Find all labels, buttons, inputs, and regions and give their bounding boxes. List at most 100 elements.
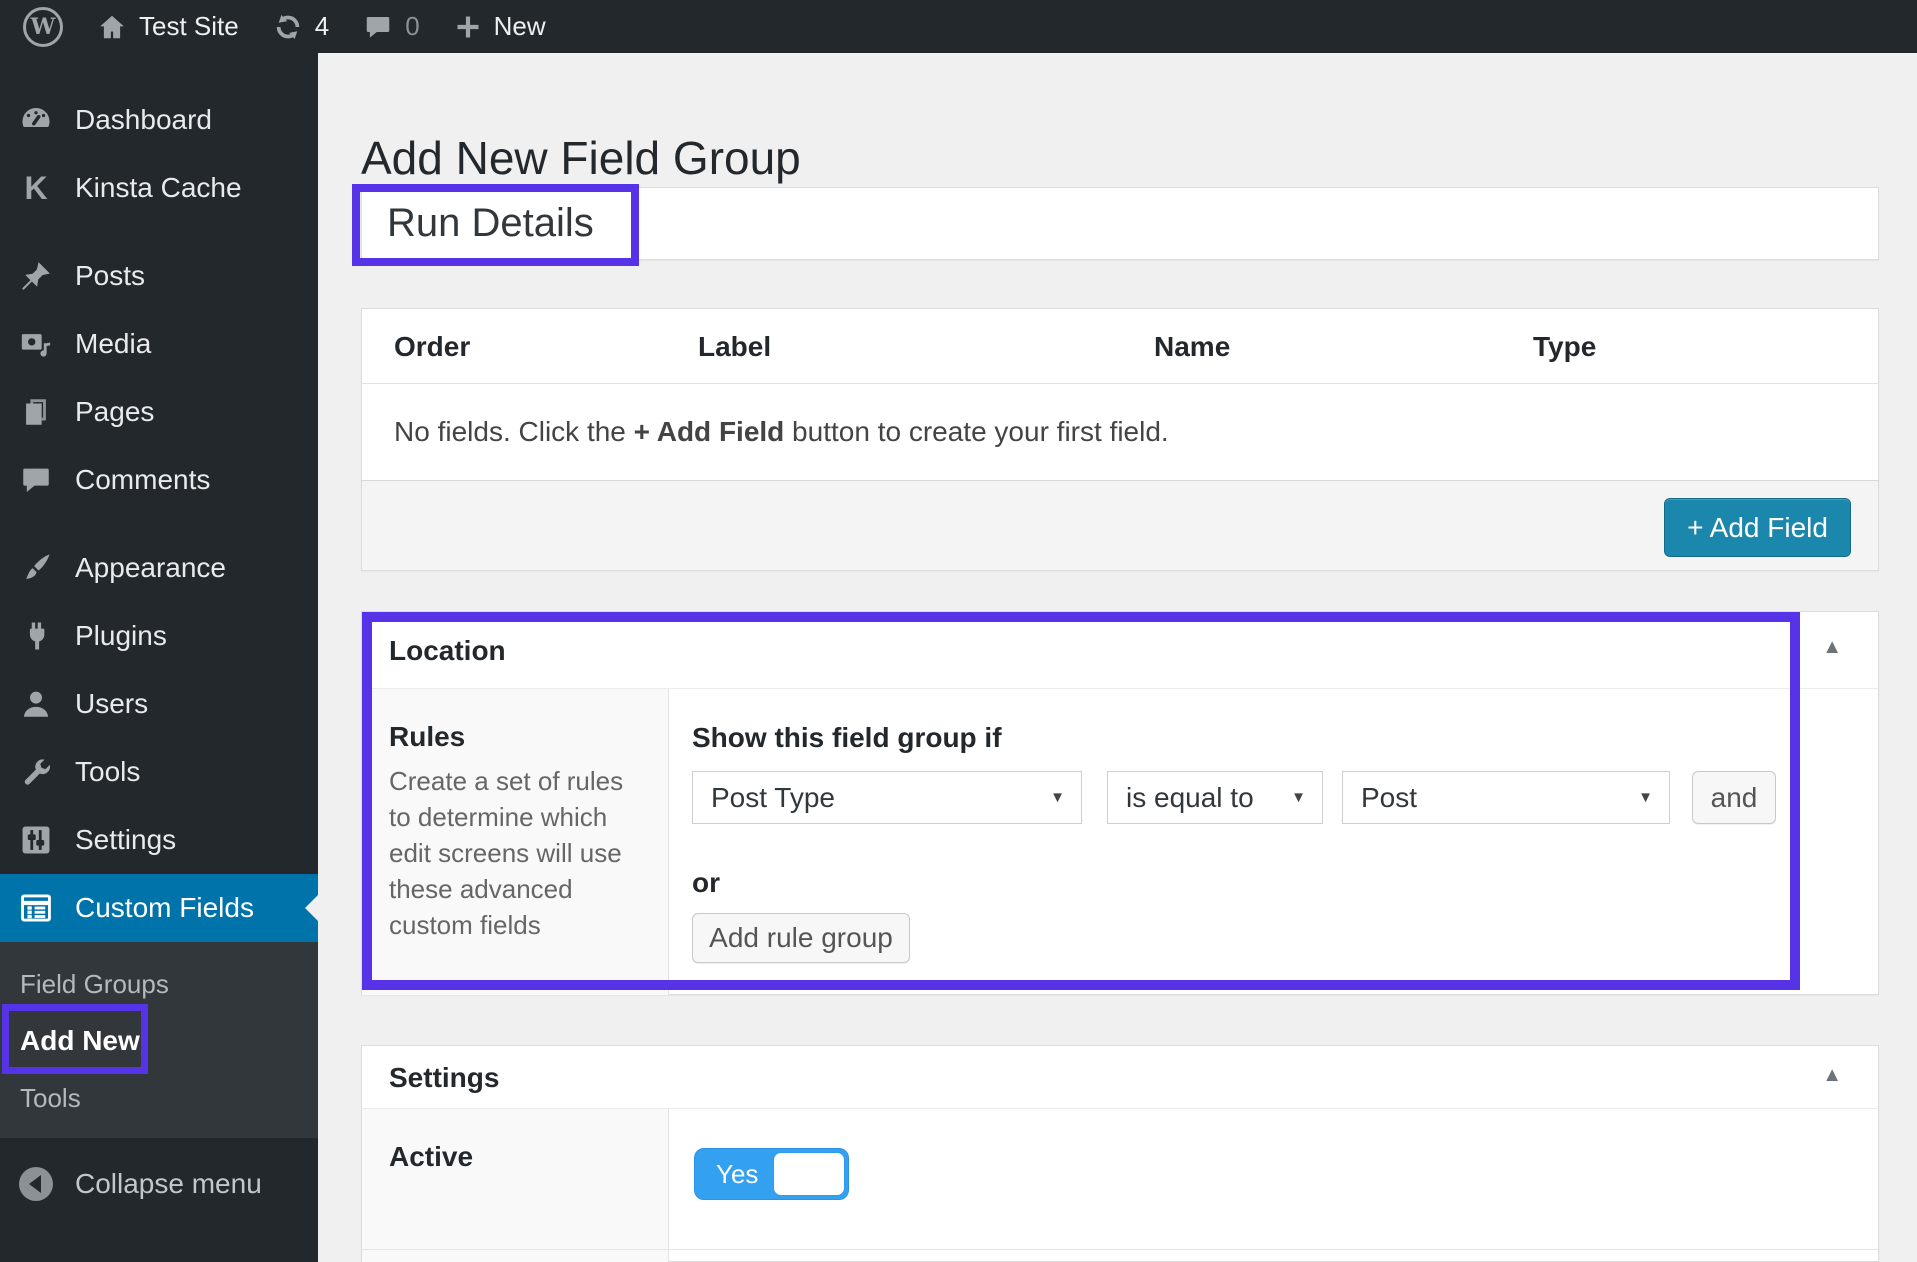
sidebar-item-label: Media (75, 328, 151, 360)
rules-title: Rules (389, 721, 465, 753)
sidebar-item-custom-fields[interactable]: Custom Fields (0, 874, 318, 942)
page-title: Add New Field Group (361, 131, 801, 185)
sidebar-item-users[interactable]: Users (0, 670, 318, 738)
and-rule-button[interactable]: and (1692, 771, 1776, 824)
sidebar-subitem-field-groups[interactable]: Field Groups (0, 960, 318, 1008)
sidebar-item-dashboard[interactable]: Dashboard (0, 86, 318, 154)
field-group-title-value: Run Details (387, 188, 594, 259)
sidebar-item-posts[interactable]: Posts (0, 242, 318, 310)
admin-sidebar: Dashboard K Kinsta Cache Posts (0, 53, 318, 1262)
updates-count: 4 (315, 11, 329, 42)
show-if-label: Show this field group if (692, 722, 1002, 754)
no-fields-message-bold: + Add Field (634, 416, 785, 447)
updates-menu[interactable]: 4 (256, 0, 346, 53)
field-group-title-input[interactable]: Run Details (361, 187, 1879, 260)
sidebar-item-label: Users (75, 688, 148, 720)
rule-operator-select[interactable]: is equal to ▼ (1107, 771, 1323, 824)
pushpin-icon (17, 259, 55, 293)
active-toggle[interactable]: Yes (694, 1148, 849, 1200)
column-header-name: Name (1154, 309, 1230, 384)
sidebar-subitem-tools[interactable]: Tools (0, 1074, 318, 1122)
admin-bar: W Test Site 4 (0, 0, 1917, 53)
pages-icon (17, 395, 55, 429)
comments-menu[interactable]: 0 (346, 0, 436, 53)
site-name-menu[interactable]: Test Site (80, 0, 256, 53)
sidebar-item-comments[interactable]: Comments (0, 446, 318, 514)
column-header-type: Type (1533, 309, 1596, 384)
select-caret-icon: ▼ (1638, 789, 1653, 806)
location-metabox: Location ▲ Rules Create a set of rules t… (361, 611, 1879, 995)
settings-header: Settings ▲ (362, 1046, 1878, 1109)
toggle-knob (774, 1153, 844, 1195)
updates-icon (273, 12, 303, 42)
plug-icon (17, 619, 55, 653)
user-icon (17, 687, 55, 721)
column-header-order: Order (394, 309, 470, 384)
collapse-arrow-icon (17, 1167, 55, 1201)
sidebar-subitem-add-new[interactable]: Add New (0, 1008, 318, 1074)
sidebar-item-label: Plugins (75, 620, 167, 652)
wrench-icon (17, 755, 55, 789)
settings-label-column: Active (362, 1109, 669, 1262)
sidebar-item-appearance[interactable]: Appearance (0, 534, 318, 602)
settings-title: Settings (389, 1046, 499, 1109)
new-label: New (494, 11, 546, 42)
settings-row-divider (362, 1249, 1878, 1250)
rule-value-select[interactable]: Post ▼ (1342, 771, 1670, 824)
sidebar-item-label: Comments (75, 464, 210, 496)
custom-fields-submenu: Field Groups Add New Tools (0, 942, 318, 1138)
location-header: Location ▲ (362, 612, 1878, 689)
column-header-label: Label (698, 309, 771, 384)
location-rules-column: Rules Create a set of rules to determine… (362, 689, 669, 995)
table-icon (17, 891, 55, 925)
collapse-panel-icon[interactable]: ▲ (1822, 636, 1842, 659)
sidebar-item-label: Custom Fields (75, 892, 254, 924)
rules-description: Create a set of rules to determine which… (389, 763, 647, 943)
comment-bubble-icon (17, 463, 55, 497)
kinsta-k-icon: K (17, 170, 55, 207)
plus-icon (454, 13, 482, 41)
sidebar-item-label: Settings (75, 824, 176, 856)
sidebar-item-kinsta-cache[interactable]: K Kinsta Cache (0, 154, 318, 222)
settings-metabox: Settings ▲ Active Yes (361, 1045, 1879, 1262)
collapse-panel-icon[interactable]: ▲ (1822, 1064, 1842, 1087)
location-title: Location (389, 612, 506, 689)
sidebar-item-label: Posts (75, 260, 145, 292)
collapse-menu-label: Collapse menu (75, 1168, 262, 1200)
sidebar-item-plugins[interactable]: Plugins (0, 602, 318, 670)
select-caret-icon: ▼ (1050, 789, 1065, 806)
sidebar-item-settings[interactable]: Settings (0, 806, 318, 874)
or-label: or (692, 867, 720, 899)
sidebar-item-label: Kinsta Cache (75, 172, 242, 204)
paintbrush-icon (17, 551, 55, 585)
fields-table: Order Label Name Type No fields. Click t… (361, 308, 1879, 571)
sidebar-item-pages[interactable]: Pages (0, 378, 318, 446)
sidebar-item-tools[interactable]: Tools (0, 738, 318, 806)
sidebar-item-label: Appearance (75, 552, 226, 584)
select-caret-icon: ▼ (1291, 789, 1306, 806)
add-field-button[interactable]: + Add Field (1664, 498, 1851, 557)
fields-table-header: Order Label Name Type (362, 309, 1878, 384)
sliders-icon (17, 823, 55, 857)
collapse-menu-button[interactable]: Collapse menu (0, 1160, 318, 1208)
gauge-icon (17, 102, 55, 138)
wp-logo-menu[interactable]: W (0, 0, 80, 53)
toggle-yes-label: Yes (716, 1149, 758, 1199)
active-label: Active (389, 1141, 473, 1173)
add-rule-group-button[interactable]: Add rule group (692, 913, 910, 963)
rule-param-select[interactable]: Post Type ▼ (692, 771, 1082, 824)
home-icon (97, 12, 127, 42)
comments-count: 0 (405, 11, 419, 42)
sidebar-item-label: Tools (75, 756, 140, 788)
sidebar-item-media[interactable]: Media (0, 310, 318, 378)
new-content-menu[interactable]: New (437, 0, 563, 53)
media-icon (17, 327, 55, 361)
fields-table-footer: + Add Field (362, 480, 1878, 570)
sidebar-item-label: Pages (75, 396, 154, 428)
wordpress-admin-screen: { "admin_bar": { "site_name": "Test Site… (0, 0, 1917, 1262)
no-fields-message: No fields. Click the + Add Field button … (394, 384, 1169, 480)
comment-bubble-icon (363, 12, 393, 42)
site-name-label: Test Site (139, 11, 239, 42)
wordpress-logo-icon: W (23, 7, 63, 47)
sidebar-item-label: Dashboard (75, 104, 212, 136)
